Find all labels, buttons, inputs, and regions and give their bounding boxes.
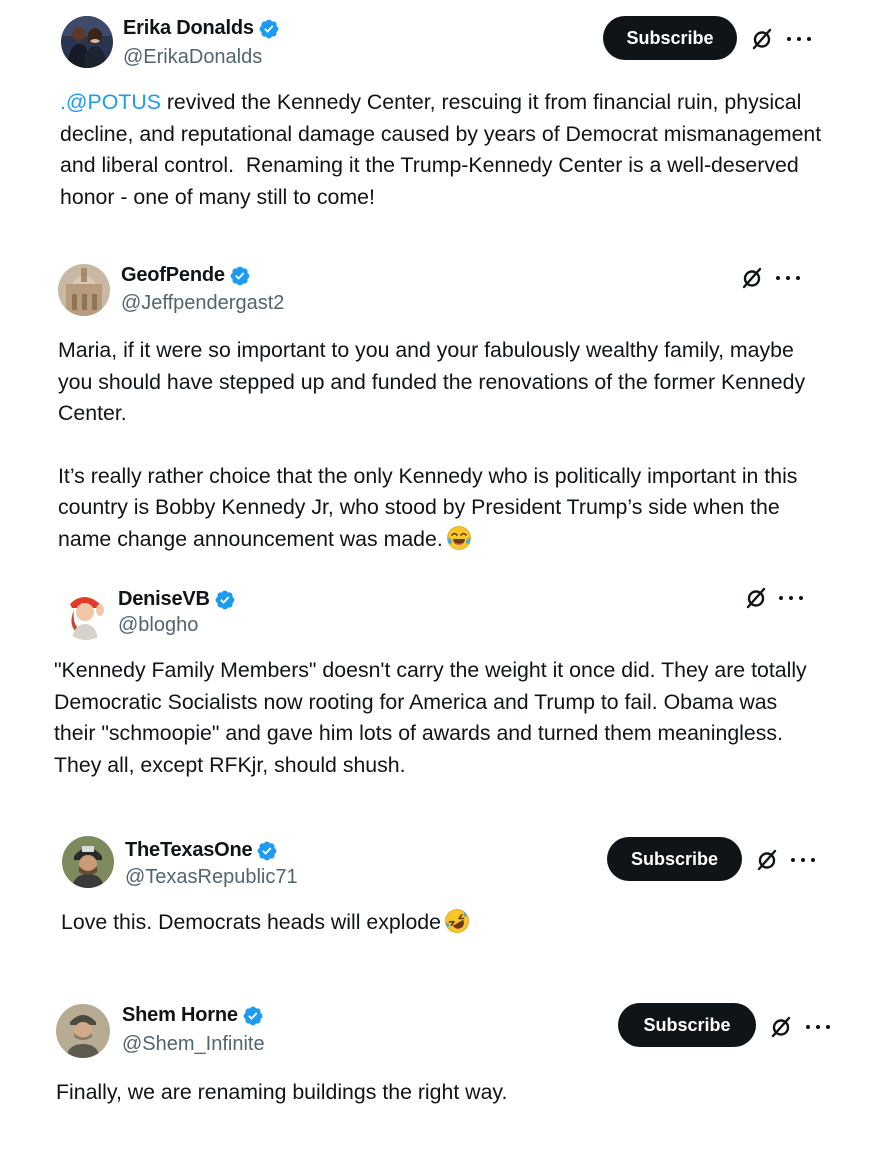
verified-badge-icon xyxy=(258,18,280,40)
display-name[interactable]: Shem Horne xyxy=(122,1004,238,1027)
grok-icon[interactable] xyxy=(750,27,774,51)
subscribe-button[interactable]: Subscribe xyxy=(618,1003,756,1047)
user-handle[interactable]: @ErikaDonalds xyxy=(123,46,262,69)
post-paragraph: Maria, if it were so important to you an… xyxy=(58,338,812,426)
grok-icon[interactable] xyxy=(740,266,764,290)
more-options-icon[interactable] xyxy=(787,27,811,51)
more-options-icon[interactable] xyxy=(776,266,800,290)
subscribe-button[interactable]: Subscribe xyxy=(607,837,742,881)
subscribe-button[interactable]: Subscribe xyxy=(603,16,737,60)
avatar[interactable] xyxy=(56,1004,110,1058)
post-body: revived the Kennedy Center, rescuing it … xyxy=(60,90,828,209)
post-text: .@POTUS revived the Kennedy Center, resc… xyxy=(60,87,850,213)
post-text: "Kennedy Family Members" doesn't carry t… xyxy=(54,655,824,781)
verified-badge-icon xyxy=(256,840,278,862)
user-handle[interactable]: @Jeffpendergast2 xyxy=(121,292,284,315)
tears-of-joy-emoji-icon xyxy=(446,525,472,551)
grok-icon[interactable] xyxy=(755,848,779,872)
user-handle[interactable]: @TexasRepublic71 xyxy=(125,866,298,889)
more-options-icon[interactable] xyxy=(806,1015,830,1039)
display-name[interactable]: GeofPende xyxy=(121,264,225,287)
post-denisevb[interactable]: DeniseVB @blogho "Kennedy Family Members… xyxy=(0,580,885,810)
avatar[interactable] xyxy=(60,588,112,640)
user-handle[interactable]: @Shem_Infinite xyxy=(122,1033,265,1056)
post-text: Finally, we are renaming buildings the r… xyxy=(56,1077,756,1109)
avatar[interactable] xyxy=(58,264,110,316)
verified-badge-icon xyxy=(229,265,251,287)
post-thetexasone[interactable]: TheTexasOne @TexasRepublic71 Subscribe L… xyxy=(0,830,885,980)
post-body: Finally, we are renaming buildings the r… xyxy=(56,1080,508,1104)
avatar[interactable] xyxy=(62,836,114,888)
mention-link[interactable]: .@POTUS xyxy=(60,90,161,114)
verified-badge-icon xyxy=(242,1005,264,1027)
display-name[interactable]: TheTexasOne xyxy=(125,839,253,862)
post-paragraph: It’s really rather choice that the only … xyxy=(58,463,804,551)
post-text: Maria, if it were so important to you an… xyxy=(58,335,828,556)
verified-badge-icon xyxy=(214,589,236,611)
grok-icon[interactable] xyxy=(744,586,768,610)
post-shem-horne[interactable]: Shem Horne @Shem_Infinite Subscribe Fina… xyxy=(0,998,885,1158)
post-geofpende[interactable]: GeofPende @Jeffpendergast2 Maria, if it … xyxy=(0,250,885,570)
avatar[interactable] xyxy=(61,16,113,68)
more-options-icon[interactable] xyxy=(791,848,815,872)
post-body: "Kennedy Family Members" doesn't carry t… xyxy=(54,658,813,777)
more-options-icon[interactable] xyxy=(779,586,803,610)
post-text: Love this. Democrats heads will explode xyxy=(61,907,761,939)
grok-icon[interactable] xyxy=(769,1015,793,1039)
display-name[interactable]: Erika Donalds xyxy=(123,17,254,40)
post-body: Love this. Democrats heads will explode xyxy=(61,910,441,934)
user-handle[interactable]: @blogho xyxy=(118,614,198,637)
post-erika-donalds[interactable]: Erika Donalds @ErikaDonalds Subscribe .@… xyxy=(0,0,885,230)
display-name[interactable]: DeniseVB xyxy=(118,588,210,611)
rolling-on-floor-laughing-emoji-icon xyxy=(444,908,470,934)
